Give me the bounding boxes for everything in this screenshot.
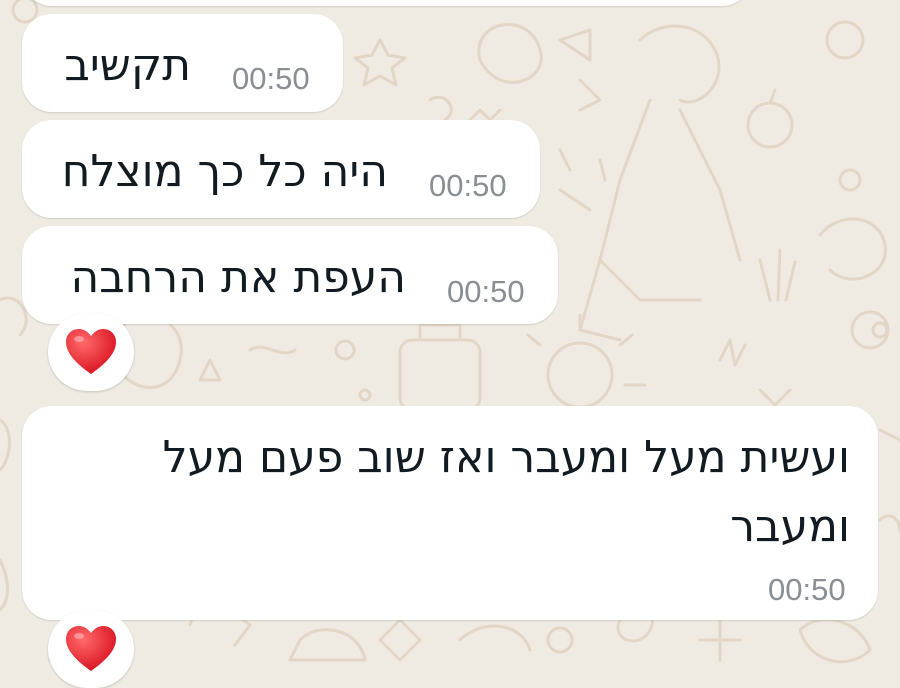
reaction-badge[interactable] [48, 610, 134, 688]
message-bubble[interactable]: העפת את הרחבה 00:50 [22, 226, 558, 324]
message-time: 00:50 [429, 168, 507, 203]
heart-reaction-icon [66, 626, 116, 671]
message-bubble[interactable]: היה כל כך מוצלח 00:50 [22, 120, 540, 218]
heart-reaction-icon [66, 329, 116, 374]
message-bubble-partial[interactable] [22, 0, 752, 6]
message-text: תקשיב [64, 40, 191, 91]
reaction-badge[interactable] [48, 313, 134, 391]
message-text-line-1: ועשית מעל ומעבר ואז שוב פעם מעל [162, 432, 850, 483]
message-text-line-2: ומעבר [730, 501, 850, 552]
message-bubble[interactable]: ועשית מעל ומעבר ואז שוב פעם מעל ומעבר 00… [22, 406, 878, 620]
message-text: היה כל כך מוצלח [61, 146, 388, 197]
message-time: 00:50 [447, 274, 525, 309]
message-text: העפת את הרחבה [70, 252, 407, 303]
message-time: 00:50 [232, 61, 310, 96]
message-bubble[interactable]: תקשיב 00:50 [22, 14, 343, 112]
chat-messages: תקשיב 00:50 היה כל כך מוצלח 00:50 העפת א… [0, 0, 900, 688]
message-time: 00:50 [768, 572, 846, 607]
